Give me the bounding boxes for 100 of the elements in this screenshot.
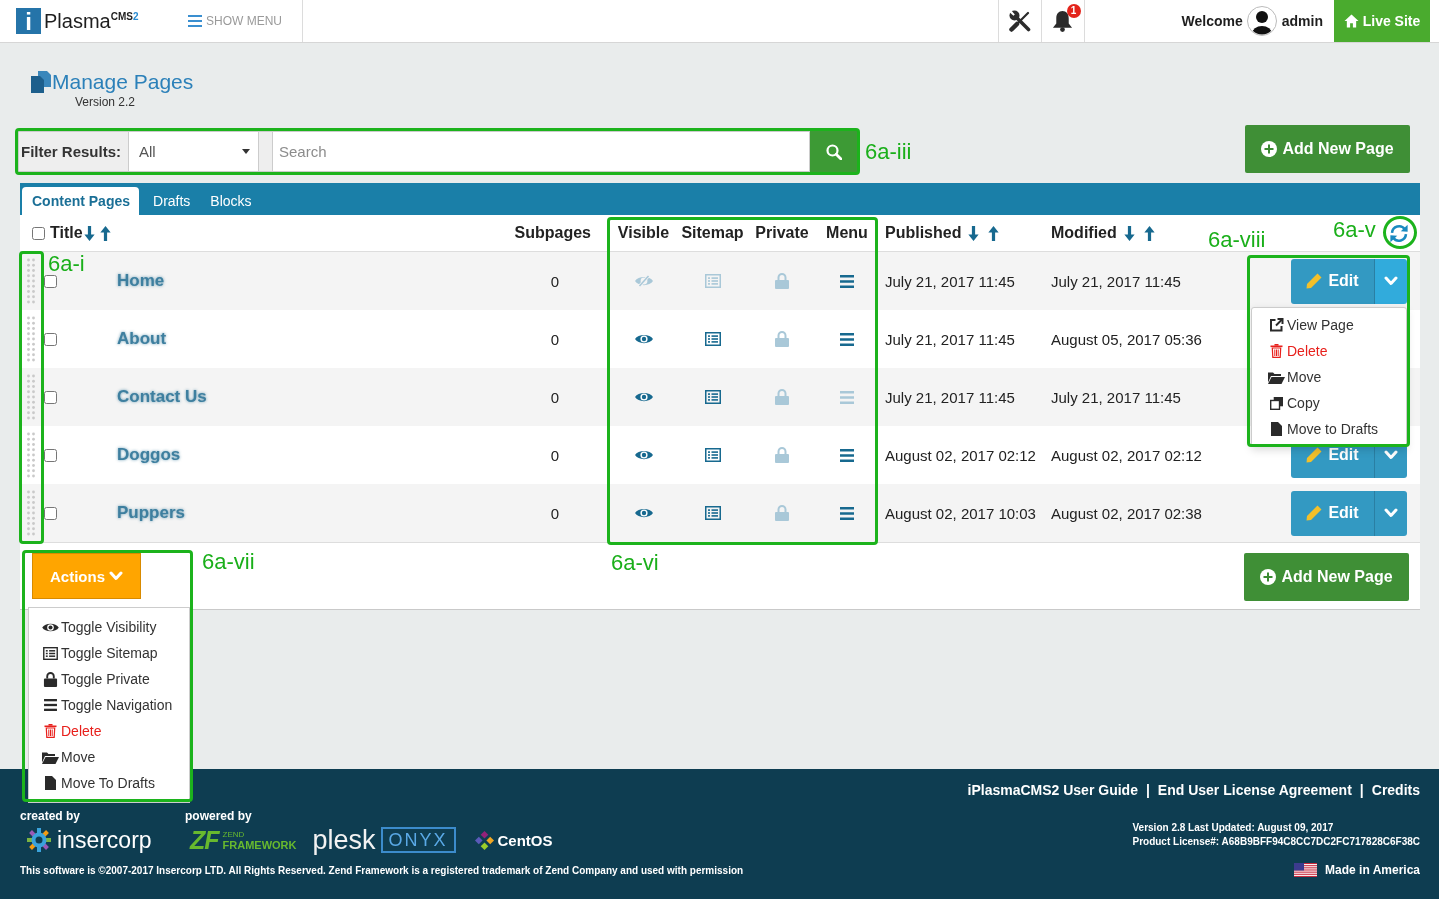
avatar-icon[interactable] xyxy=(1246,6,1277,36)
up-arrow-icon[interactable] xyxy=(1143,225,1155,241)
pinwheel-icon xyxy=(474,830,494,850)
menu-item[interactable]: Toggle Private xyxy=(29,666,189,692)
powered-by-label: powered by xyxy=(185,809,252,823)
modified-date: August 02, 2017 02:12 xyxy=(1051,446,1202,464)
version-text: Version 2.2 xyxy=(75,95,136,109)
centos-logo-text: CentOS xyxy=(497,831,553,849)
up-arrow-icon[interactable] xyxy=(988,225,1000,241)
published-date: August 02, 2017 10:03 xyxy=(885,504,1036,522)
dropdown-toggle-button[interactable] xyxy=(1374,258,1407,304)
menu-item[interactable]: Delete xyxy=(1252,338,1406,364)
copy-icon xyxy=(1268,396,1285,410)
drag-handle-icon[interactable] xyxy=(26,489,36,537)
live-site-button[interactable]: Live Site xyxy=(1334,0,1430,42)
footer-link[interactable]: End User License Agreement xyxy=(1157,782,1352,798)
list-icon[interactable] xyxy=(704,448,721,462)
trash-icon xyxy=(1268,344,1285,358)
page-title-link[interactable]: Puppers xyxy=(117,503,186,523)
tab[interactable]: Blocks xyxy=(200,187,262,215)
down-arrow-icon[interactable] xyxy=(968,225,980,241)
page-title-link[interactable]: Home xyxy=(117,271,165,291)
page-title-link[interactable]: Doggos xyxy=(117,445,181,465)
copyright-text: This software is ©2007-2017 Insercorp LTD. All Rights Reserved. Zend Framework is a registered trademark of Zend Company and used with permission xyxy=(20,864,744,876)
chevron-down-icon xyxy=(1384,508,1398,518)
column-header[interactable]: Modified xyxy=(1051,224,1117,242)
drag-handle-icon[interactable] xyxy=(26,431,36,479)
bars-icon[interactable] xyxy=(840,506,854,520)
row-checkbox[interactable] xyxy=(44,390,57,404)
eye-icon[interactable] xyxy=(634,333,653,345)
chevron-down-icon xyxy=(109,571,123,581)
made-in-text: Made in America xyxy=(1325,863,1420,877)
list-icon[interactable] xyxy=(704,390,721,404)
edit-button[interactable]: Edit xyxy=(1291,490,1374,536)
refresh-button[interactable] xyxy=(1390,223,1408,243)
published-date: August 02, 2017 02:12 xyxy=(885,446,1036,464)
menu-item[interactable]: Toggle Navigation xyxy=(29,692,189,718)
page-title: Manage Pages xyxy=(52,69,194,95)
column-header[interactable]: Title xyxy=(50,224,83,242)
annotation-label: 6a-vii xyxy=(202,550,255,574)
drag-handle-icon[interactable] xyxy=(26,257,36,305)
lock-icon xyxy=(42,671,59,687)
menu-item[interactable]: Copy xyxy=(1252,390,1406,416)
search-field[interactable]: Search xyxy=(272,131,810,172)
drag-handle-icon[interactable] xyxy=(26,315,36,363)
row-checkbox[interactable] xyxy=(44,332,57,346)
onyx-logo-text: ONYX xyxy=(380,827,456,853)
row-checkbox[interactable] xyxy=(44,448,57,462)
edit-button[interactable]: Edit xyxy=(1291,258,1374,304)
bars-icon[interactable] xyxy=(840,332,854,346)
folder-icon xyxy=(42,750,59,764)
row-checkbox[interactable] xyxy=(44,506,57,520)
subpage-count: 0 xyxy=(550,388,559,406)
menu-item[interactable]: Toggle Sitemap xyxy=(29,640,189,666)
row-checkbox[interactable] xyxy=(44,274,57,288)
menu-item[interactable]: Move To Drafts xyxy=(29,770,189,796)
filter-select[interactable]: All xyxy=(129,131,259,172)
footer-link[interactable]: iPlasmaCMS2 User Guide xyxy=(967,782,1138,798)
annotation-circle xyxy=(1383,216,1417,249)
list-icon[interactable] xyxy=(704,332,721,346)
menu-item[interactable]: Move xyxy=(1252,364,1406,390)
tab[interactable]: Content Pages xyxy=(22,187,139,215)
footer-link[interactable]: Credits xyxy=(1371,782,1420,798)
pencil-icon xyxy=(1306,273,1323,289)
search-button[interactable] xyxy=(810,131,857,172)
modified-date: August 02, 2017 02:38 xyxy=(1051,504,1202,522)
menu-item[interactable]: Move xyxy=(29,744,189,770)
page-title-link[interactable]: About xyxy=(117,329,167,349)
page-title-link[interactable]: Contact Us xyxy=(117,387,207,407)
zend-logo-mark: ZF xyxy=(190,825,219,855)
dropdown-toggle-button[interactable] xyxy=(1374,490,1407,536)
list-icon[interactable] xyxy=(704,506,721,520)
bars-icon[interactable] xyxy=(840,448,854,462)
up-arrow-icon[interactable] xyxy=(99,225,111,241)
license-info: Product License#: A68B9BFF94C8CC7DC2FC717828C6F38C xyxy=(1132,835,1420,849)
zend-logo-text: ZEND xyxy=(222,830,246,840)
menu-item[interactable]: Delete xyxy=(29,718,189,744)
down-arrow-icon[interactable] xyxy=(1123,225,1135,241)
add-page-button[interactable]: Add New Page xyxy=(1245,125,1410,173)
user-name[interactable]: admin xyxy=(1281,13,1323,29)
search-icon xyxy=(825,143,842,160)
down-arrow-icon[interactable] xyxy=(83,225,95,241)
menu-item[interactable]: Toggle Visibility xyxy=(29,614,189,640)
column-header: Visible xyxy=(617,224,670,242)
annotation-label: 6a-v xyxy=(1333,218,1376,242)
chevron-down-icon xyxy=(1384,276,1398,286)
eye-icon[interactable] xyxy=(634,449,653,461)
show-menu-button[interactable]: SHOW MENU xyxy=(188,14,282,28)
tab[interactable]: Drafts xyxy=(143,187,201,215)
notifications-button[interactable]: 1 xyxy=(1040,0,1085,42)
eye-icon[interactable] xyxy=(634,391,653,403)
select-all-checkbox[interactable] xyxy=(32,226,45,240)
menu-item[interactable]: View Page xyxy=(1252,312,1406,338)
drag-handle-icon[interactable] xyxy=(26,373,36,421)
plus-circle-icon xyxy=(1261,141,1278,157)
eye-icon[interactable] xyxy=(634,507,653,519)
column-header[interactable]: Published xyxy=(885,224,962,242)
add-page-button[interactable]: Add New Page xyxy=(1244,553,1409,601)
modified-date: August 05, 2017 05:36 xyxy=(1051,330,1202,348)
bars-icon[interactable] xyxy=(840,274,854,288)
